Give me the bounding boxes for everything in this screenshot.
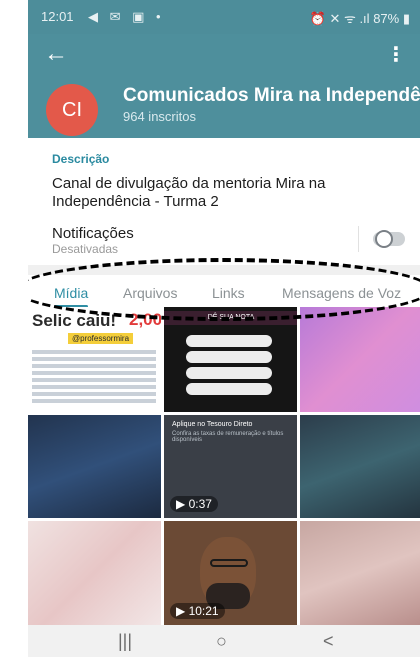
status-right: ⏰ ✕ ᯤ .ıl 87% ▮ [310, 9, 410, 27]
notifications-status: Desativadas [52, 242, 119, 256]
toggle-knob [375, 230, 393, 248]
phone-screen: 12:01 ◀ ✉ ▣ • ⏰ ✕ ᯤ .ıl 87% ▮ ← ⋮ CI Com… [28, 0, 420, 657]
media-item-blur-teal[interactable] [300, 415, 420, 518]
media-grid: Selic caiu! 2,00% @professormira DÊ SUA … [28, 307, 420, 625]
more-vertical-icon[interactable]: ⋮ [386, 42, 406, 67]
tab-arquivos[interactable]: Arquivos [123, 285, 177, 301]
status-time: 12:01 [41, 9, 74, 24]
glasses [210, 559, 248, 567]
article-subtitle: Confira as taxas de remuneração e título… [172, 431, 284, 443]
quiz-title: DÊ SUA NOTA [164, 311, 297, 325]
recents-icon[interactable]: ||| [118, 631, 132, 652]
notification-icons: ◀ ✉ ▣ • [88, 9, 165, 24]
notifications-toggle[interactable] [373, 230, 405, 248]
quiz-option [186, 351, 272, 363]
back-nav-icon[interactable]: < [323, 631, 334, 652]
quiz-option [186, 367, 272, 379]
subscriber-count: 964 inscritos [123, 109, 196, 124]
selic-table [32, 347, 156, 406]
media-item-blur-rose[interactable] [300, 521, 420, 625]
status-bar: 12:01 ◀ ✉ ▣ • ⏰ ✕ ᯤ .ıl 87% ▮ [28, 0, 420, 34]
signal-icons: ⏰ ✕ ᯤ .ıl [309, 11, 370, 26]
media-item-video-1[interactable]: Aplique no Tesouro Direto Confira as tax… [164, 415, 297, 518]
notifications-label[interactable]: Notificações [52, 225, 134, 242]
tab-links[interactable]: Links [212, 285, 245, 301]
tab-mensagens-de-voz[interactable]: Mensagens de Voz [282, 285, 401, 301]
channel-avatar[interactable]: CI [46, 84, 98, 136]
divider [358, 226, 359, 252]
battery-icon: ▮ [402, 11, 410, 26]
article-title: Aplique no Tesouro Direto [172, 421, 253, 428]
description-label: Descrição [52, 152, 110, 166]
channel-header: ← ⋮ CI Comunicados Mira na Independê 964… [28, 34, 420, 138]
media-item-video-2[interactable]: ▶ 10:21 [164, 521, 297, 625]
media-tabs: Mídia Arquivos Links Mensagens de Voz [28, 275, 420, 308]
play-icon: ▶ [176, 604, 189, 618]
description-text: Canal de divulgação da mentoria Mira na … [52, 175, 326, 210]
home-icon[interactable]: ○ [216, 631, 227, 652]
video-duration: ▶ 0:37 [170, 496, 218, 512]
selic-value: 2,00% [129, 310, 161, 329]
battery-percent: 87% [373, 11, 400, 26]
video-duration: ▶ 10:21 [170, 603, 225, 619]
selic-handle: @professormira [68, 333, 134, 344]
selic-title: Selic caiu! [32, 311, 117, 330]
play-icon: ▶ [176, 497, 189, 511]
media-item-blur-light[interactable] [28, 521, 161, 625]
quiz-option [186, 335, 272, 347]
tab-midia[interactable]: Mídia [54, 285, 88, 301]
channel-title: Comunicados Mira na Independê [123, 85, 420, 106]
media-item-blur-blue[interactable] [28, 415, 161, 518]
arrow-left-icon[interactable]: ← [44, 40, 68, 68]
media-item-selic[interactable]: Selic caiu! 2,00% @professormira [28, 307, 161, 412]
media-item-blur-pink[interactable] [300, 307, 420, 412]
android-nav-bar: ||| ○ < [28, 625, 420, 657]
media-item-quiz[interactable]: DÊ SUA NOTA [164, 307, 297, 412]
section-gap [28, 265, 420, 275]
quiz-option [186, 383, 272, 395]
